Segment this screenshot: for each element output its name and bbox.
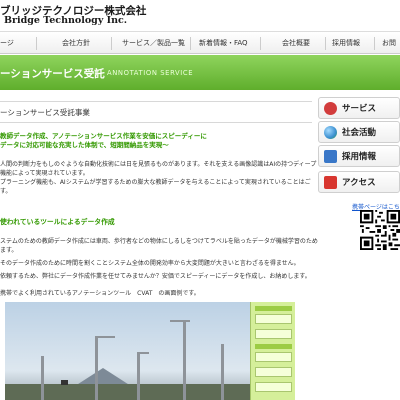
service-icon [324, 102, 337, 115]
qr-code [360, 210, 400, 250]
page-banner: ーションサービス受託 ANNOTATION SERVICE [0, 55, 400, 90]
street-pole [221, 344, 224, 400]
sidebar-button-label: アクセス [342, 178, 376, 188]
panel-item[interactable] [255, 352, 292, 362]
sidebar-recruit-button[interactable]: 採用情報 [318, 145, 400, 167]
paragraph-line: プラーニング機能も、AIシステムが学習するための膨大な教師データを与えることによ… [0, 179, 311, 186]
nav-divider [325, 37, 326, 50]
street-pole [183, 320, 186, 400]
street-pole [41, 356, 44, 400]
street-pole [95, 336, 98, 400]
access-icon [324, 176, 337, 189]
panel-item[interactable] [255, 314, 292, 324]
traffic-signal [61, 380, 68, 385]
annotation-panel [250, 302, 295, 400]
sidebar-social-button[interactable]: 社会活動 [318, 121, 400, 143]
site-header: ブリッジテクノロジー株式会社 Bridge Technology Inc. [0, 0, 400, 30]
nav-item-home[interactable]: ージ [0, 32, 14, 54]
page-heading-box: ーションサービス受託事業 [0, 101, 312, 123]
lead-line: データに対応可能な充実した体制で、短期間納品を実現～ [0, 141, 169, 149]
panel-item[interactable] [255, 367, 292, 377]
body-line: 依頼するため、弊社にデータ作成作業を任せてみませんか？安価でスピーディーにデータ… [0, 273, 311, 280]
nav-divider [111, 37, 112, 50]
sidebar-service-button[interactable]: サービス [318, 97, 400, 119]
nav-item-contact[interactable]: お問 [382, 32, 396, 54]
body-line: ステムのための教師データ作成には車両、歩行者などの物体にしるしをつけてラベルを貼… [0, 238, 318, 245]
section-title: 使われているツールによるデータ作成 [0, 218, 115, 226]
body-line: ます。 [0, 247, 18, 254]
main-content: ーションサービス受託事業 教師データ作成、アノテーションサービス作業を安価にスピ… [0, 90, 318, 400]
page-title: ーションサービス受託事業 [0, 108, 90, 117]
lead-text: 教師データ作成、アノテーションサービス作業を安価にスピーディーに データに対応可… [0, 132, 207, 150]
nav-divider [374, 37, 375, 50]
nav-item-company[interactable]: 会社概要 [282, 32, 310, 54]
banner-subtitle: ANNOTATION SERVICE [107, 69, 194, 77]
sidebar-button-label: サービス [342, 104, 377, 114]
body-line: そのデータ作成のために時間を割くことシステム全体の開発効率から大変問題が大きいと… [0, 260, 300, 267]
lamp-arm [170, 320, 190, 322]
panel-header [255, 344, 292, 349]
banner-title: ーションサービス受託 [0, 68, 105, 80]
panel-header [255, 306, 292, 311]
paragraph-line: す。 [0, 188, 12, 195]
sidebar-button-label: 社会活動 [342, 128, 377, 138]
nav-item-recruit[interactable]: 採用情報 [332, 32, 360, 54]
company-name-en[interactable]: Bridge Technology Inc. [4, 15, 127, 26]
nav-divider [36, 37, 37, 50]
global-nav: ージ 会社方針 サービス／製品一覧 新着情報・FAQ 会社概要 採用情報 お問 [0, 31, 400, 54]
intro-paragraph: 人間の判断力をもしのぐような自動化技術には日を見張るものがあります。それを支える… [0, 160, 316, 196]
nav-item-policy[interactable]: 会社方針 [62, 32, 90, 54]
lead-line: 教師データ作成、アノテーションサービス作業を安価にスピーディーに [0, 132, 207, 140]
panel-item[interactable] [255, 329, 292, 339]
nav-divider [260, 37, 261, 50]
nav-item-news[interactable]: 新着情報・FAQ [199, 32, 248, 54]
lamp-arm [95, 336, 115, 338]
lamp-arm [137, 352, 149, 354]
cvat-screenshot [5, 302, 295, 400]
recruit-icon [324, 150, 337, 163]
paragraph-line: 人間の判断力をもしのぐような自動化技術には日を見張るものがあります。それを支える… [0, 161, 317, 168]
street-pole [137, 352, 140, 400]
nav-divider [190, 37, 191, 50]
sidebar-access-button[interactable]: アクセス [318, 171, 400, 193]
globe-icon [324, 126, 337, 139]
sidebar-button-label: 採用情報 [342, 152, 377, 162]
panel-item[interactable] [255, 382, 292, 392]
nav-item-services[interactable]: サービス／製品一覧 [122, 32, 185, 54]
paragraph-line: 機能によって実現されています。 [0, 170, 89, 177]
body-line: 携帯でよく利用されているアノテーションツール CVAT の画面例です。 [0, 290, 200, 297]
